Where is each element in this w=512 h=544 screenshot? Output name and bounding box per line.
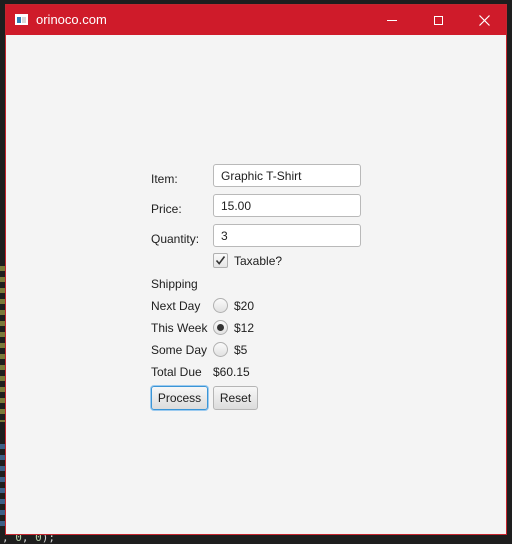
price-input[interactable]: [213, 194, 361, 217]
total-due-value: $60.15: [213, 365, 250, 379]
taxable-checkbox[interactable]: [213, 253, 228, 268]
maximize-button[interactable]: [415, 5, 461, 35]
minimize-icon: [387, 19, 397, 21]
radio-next-day[interactable]: [213, 298, 228, 313]
app-icon: [15, 14, 28, 25]
shipping-option-next-day-label: Next Day: [151, 299, 201, 313]
item-label: Item:: [151, 172, 178, 186]
radio-selected-dot: [217, 324, 224, 331]
total-due-label: Total Due: [151, 365, 202, 379]
radio-some-day[interactable]: [213, 342, 228, 357]
window-title: orinoco.com: [36, 12, 107, 27]
close-icon: [478, 14, 490, 26]
radio-this-week[interactable]: [213, 320, 228, 335]
shipping-option-some-day-label: Some Day: [151, 343, 208, 357]
reset-button[interactable]: Reset: [213, 386, 258, 410]
shipping-option-next-day-price: $20: [234, 299, 255, 313]
shipping-heading: Shipping: [151, 277, 198, 291]
shipping-option-this-week-label: This Week: [151, 321, 208, 335]
item-input[interactable]: [213, 164, 361, 187]
close-button[interactable]: [461, 5, 507, 35]
shipping-option-this-week-price: $12: [234, 321, 255, 335]
app-window: orinoco.com Item: Price: Quantity: Taxab…: [5, 4, 507, 535]
price-label: Price:: [151, 202, 182, 216]
checkmark-icon: [215, 256, 226, 265]
minimize-button[interactable]: [369, 5, 415, 35]
order-form: Item: Price: Quantity: Taxable? Shipping…: [6, 35, 506, 535]
shipping-option-some-day-price: $5: [234, 343, 248, 357]
process-button[interactable]: Process: [151, 386, 208, 410]
title-bar[interactable]: orinoco.com: [6, 5, 506, 35]
maximize-icon: [433, 15, 443, 25]
quantity-label: Quantity:: [151, 232, 200, 246]
quantity-input[interactable]: [213, 224, 361, 247]
taxable-label: Taxable?: [234, 254, 283, 268]
